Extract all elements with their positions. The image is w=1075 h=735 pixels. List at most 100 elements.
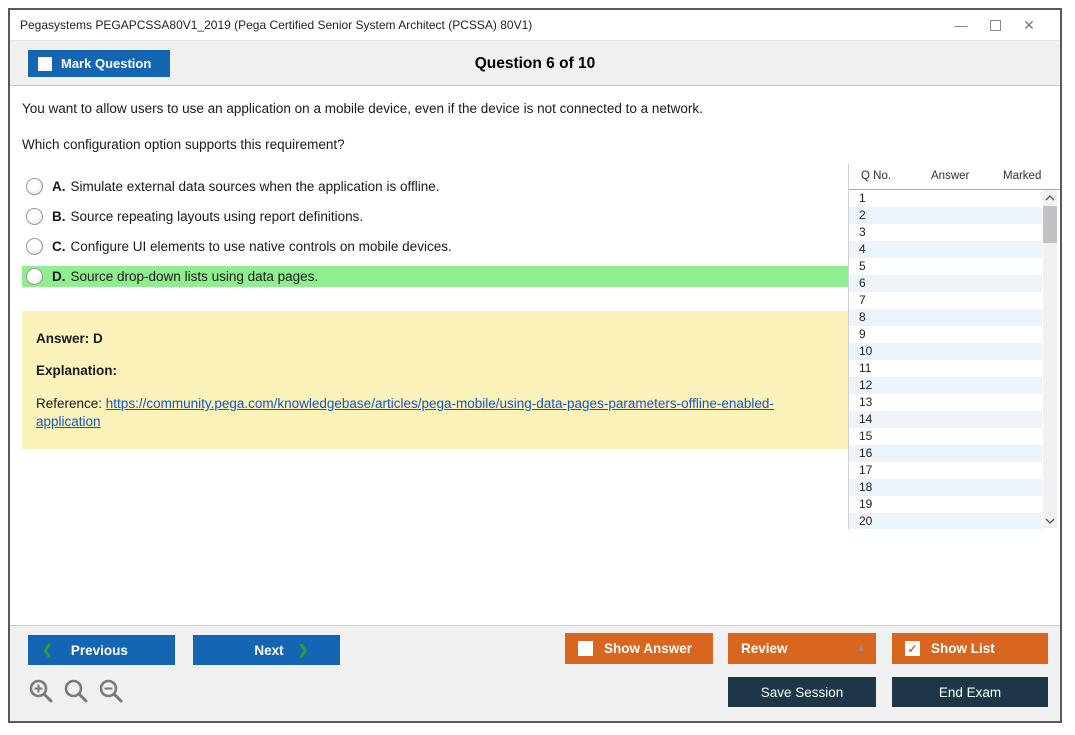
option-letter: D. (52, 269, 66, 284)
close-icon[interactable]: ✕ (1012, 13, 1046, 37)
question-number: 18 (859, 480, 873, 494)
question-number: 7 (859, 293, 866, 307)
question-list-row[interactable]: 18 (849, 479, 1042, 496)
scroll-up-icon[interactable] (1043, 190, 1057, 205)
question-list-row[interactable]: 9 (849, 326, 1042, 343)
question-number: 10 (859, 344, 873, 358)
question-number: 9 (859, 327, 866, 341)
scroll-down-icon[interactable] (1043, 513, 1057, 528)
question-number: 12 (859, 378, 873, 392)
title-bar[interactable]: Pegasystems PEGAPCSSA80V1_2019 (Pega Cer… (10, 10, 1060, 40)
answer-option[interactable]: D. Source drop-down lists using data pag… (22, 266, 848, 287)
question-list-row[interactable]: 3 (849, 224, 1042, 241)
question-counter: Question 6 of 10 (474, 55, 596, 72)
zoom-in-icon[interactable] (28, 678, 54, 704)
radio-button-icon[interactable] (26, 208, 43, 225)
column-header-answer: Answer (931, 170, 970, 182)
previous-button[interactable]: ❮ Previous (28, 635, 175, 665)
question-list-panel: Q No. Answer Marked 1 2 3 4 5 6 7 8 9 10… (848, 164, 1060, 529)
answer-option[interactable]: A. Simulate external data sources when t… (22, 176, 848, 197)
radio-button-icon[interactable] (26, 268, 43, 285)
question-list-row[interactable]: 2 (849, 207, 1042, 224)
search-icon[interactable] (63, 678, 89, 704)
answer-option[interactable]: C. Configure UI elements to use native c… (22, 236, 848, 257)
question-number: 15 (859, 429, 873, 443)
question-number: 8 (859, 310, 866, 324)
question-number: 11 (859, 361, 872, 375)
question-text: You want to allow users to use an applic… (22, 101, 703, 116)
question-list-row[interactable]: 8 (849, 309, 1042, 326)
question-list-row[interactable]: 13 (849, 394, 1042, 411)
question-number: 19 (859, 497, 873, 511)
save-session-label: Save Session (760, 684, 844, 700)
window-title: Pegasystems PEGAPCSSA80V1_2019 (Pega Cer… (20, 18, 533, 32)
radio-button-icon[interactable] (26, 178, 43, 195)
bottom-bar: ❮ Previous Next ❯ Show Answer Review ▲ ✓… (10, 625, 1060, 721)
caret-up-icon: ▲ (856, 643, 866, 654)
maximize-box (989, 19, 1001, 31)
zoom-out-icon[interactable] (98, 678, 124, 704)
minimize-icon[interactable]: — (944, 13, 978, 37)
question-list-row[interactable]: 15 (849, 428, 1042, 445)
option-letter: A. (52, 179, 66, 194)
show-list-button[interactable]: ✓ Show List (892, 633, 1048, 664)
option-letter: C. (52, 239, 66, 254)
answer-label: Answer: D (36, 331, 103, 346)
question-list-row[interactable]: 19 (849, 496, 1042, 513)
show-answer-label: Show Answer (604, 641, 693, 656)
question-list-row[interactable]: 6 (849, 275, 1042, 292)
maximize-icon[interactable] (978, 13, 1012, 37)
radio-button-icon[interactable] (26, 238, 43, 255)
column-header-qno: Q No. (861, 170, 892, 182)
chevron-right-icon: ❯ (297, 642, 309, 657)
reference-prefix: Reference: (36, 396, 106, 411)
question-list-row[interactable]: 4 (849, 241, 1042, 258)
options-list: A. Simulate external data sources when t… (22, 176, 848, 287)
question-list-row[interactable]: 7 (849, 292, 1042, 309)
end-exam-label: End Exam (938, 684, 1002, 700)
show-answer-button[interactable]: Show Answer (565, 633, 713, 664)
question-list-row[interactable]: 14 (849, 411, 1042, 428)
check-mark-icon: ✓ (907, 641, 918, 656)
show-answer-checkbox-icon[interactable] (578, 641, 593, 656)
content-area: You want to allow users to use an applic… (10, 87, 1060, 625)
show-list-label: Show List (931, 641, 995, 656)
question-number: 17 (859, 463, 873, 477)
question-number: 2 (859, 208, 866, 222)
review-label: Review (741, 641, 788, 656)
question-list-row[interactable]: 11 (849, 360, 1042, 377)
show-list-checkbox-icon[interactable]: ✓ (905, 641, 920, 656)
question-list-row[interactable]: 10 (849, 343, 1042, 360)
end-exam-button[interactable]: End Exam (892, 677, 1048, 707)
answer-option[interactable]: B. Source repeating layouts using report… (22, 206, 848, 227)
question-area: You want to allow users to use an applic… (10, 87, 848, 625)
question-list-row[interactable]: 20 (849, 513, 1042, 529)
answer-panel: Answer: D Explanation: Reference: https:… (22, 311, 848, 449)
save-session-button[interactable]: Save Session (728, 677, 876, 707)
reference-link[interactable]: https://community.pega.com/knowledgebase… (36, 396, 774, 429)
next-button[interactable]: Next ❯ (193, 635, 340, 665)
question-list-row[interactable]: 5 (849, 258, 1042, 275)
question-number: 4 (859, 242, 866, 256)
review-button[interactable]: Review ▲ (728, 633, 876, 664)
question-number: 14 (859, 412, 873, 426)
question-list-body: 1 2 3 4 5 6 7 8 9 10 11 12 13 14 15 16 1… (849, 189, 1060, 529)
previous-label: Previous (70, 642, 128, 658)
reference-line: Reference: https://community.pega.com/kn… (36, 395, 836, 431)
question-list-header: Q No. Answer Marked (849, 164, 1060, 189)
scrollbar-thumb[interactable] (1043, 206, 1057, 243)
option-text: Source repeating layouts using report de… (70, 209, 364, 224)
question-list-row[interactable]: 16 (849, 445, 1042, 462)
window-controls: — ✕ (944, 13, 1060, 37)
question-number: 1 (859, 191, 866, 205)
option-text: Configure UI elements to use native cont… (70, 239, 452, 254)
question-prompt: Which configuration option supports this… (22, 137, 345, 152)
question-list-row[interactable]: 17 (849, 462, 1042, 479)
list-scrollbar[interactable] (1043, 190, 1057, 528)
question-number: 20 (859, 514, 873, 528)
question-number: 5 (859, 259, 866, 273)
question-list-row[interactable]: 12 (849, 377, 1042, 394)
explanation-label: Explanation: (36, 363, 118, 378)
column-header-marked: Marked (1003, 170, 1042, 182)
question-list-row[interactable]: 1 (849, 190, 1042, 207)
